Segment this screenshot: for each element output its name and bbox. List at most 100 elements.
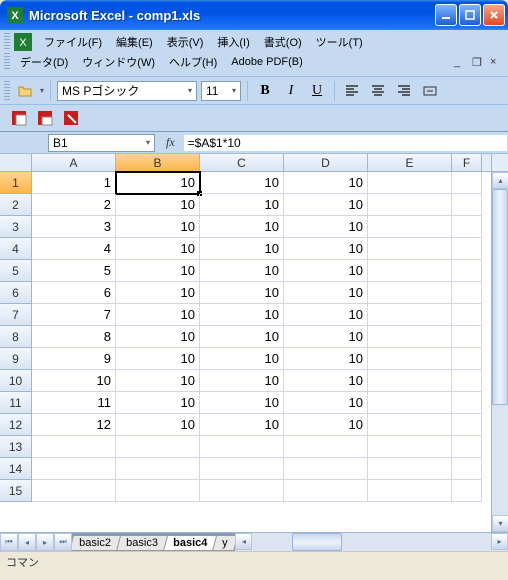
menu-handle-2[interactable] bbox=[4, 53, 10, 71]
cell[interactable]: 7 bbox=[32, 304, 116, 326]
cell[interactable]: 10 bbox=[116, 370, 200, 392]
cell[interactable] bbox=[452, 216, 482, 238]
align-center-button[interactable] bbox=[367, 80, 389, 102]
scroll-track[interactable] bbox=[492, 189, 508, 515]
scroll-down-button[interactable]: ▾ bbox=[492, 515, 508, 532]
cell[interactable]: 10 bbox=[200, 370, 284, 392]
column-header[interactable]: F bbox=[452, 154, 482, 171]
cell[interactable]: 10 bbox=[284, 260, 368, 282]
align-left-button[interactable] bbox=[341, 80, 363, 102]
tab-nav-first[interactable]: ⏮ bbox=[0, 533, 18, 551]
cell[interactable] bbox=[452, 238, 482, 260]
row-header[interactable]: 1 bbox=[0, 172, 32, 194]
doc-minimize-button[interactable]: _ bbox=[454, 56, 468, 68]
cell[interactable] bbox=[452, 326, 482, 348]
horizontal-scrollbar[interactable]: ◂ ▸ bbox=[235, 533, 508, 551]
row-header[interactable]: 14 bbox=[0, 458, 32, 480]
cell[interactable]: 5 bbox=[32, 260, 116, 282]
row-header[interactable]: 3 bbox=[0, 216, 32, 238]
cell[interactable] bbox=[32, 458, 116, 480]
pdf-convert-icon[interactable] bbox=[8, 107, 30, 129]
scroll-right-button[interactable]: ▸ bbox=[491, 533, 508, 550]
close-button[interactable] bbox=[483, 4, 505, 26]
cell[interactable]: 10 bbox=[284, 370, 368, 392]
cell[interactable]: 10 bbox=[116, 282, 200, 304]
cell[interactable]: 10 bbox=[284, 414, 368, 436]
cell[interactable]: 10 bbox=[200, 172, 284, 194]
cell[interactable] bbox=[452, 480, 482, 502]
cell[interactable]: 10 bbox=[116, 260, 200, 282]
open-dropdown[interactable]: ▾ bbox=[40, 86, 44, 95]
cell[interactable]: 10 bbox=[116, 216, 200, 238]
cell[interactable] bbox=[452, 392, 482, 414]
cell[interactable]: 10 bbox=[116, 238, 200, 260]
cell[interactable] bbox=[368, 392, 452, 414]
cell[interactable] bbox=[200, 436, 284, 458]
cell[interactable] bbox=[368, 172, 452, 194]
cell[interactable] bbox=[368, 326, 452, 348]
tab-nav-next[interactable]: ▸ bbox=[36, 533, 54, 551]
menu-window[interactable]: ウィンドウ(W) bbox=[76, 52, 161, 72]
align-right-button[interactable] bbox=[393, 80, 415, 102]
cell[interactable] bbox=[368, 260, 452, 282]
row-header[interactable]: 7 bbox=[0, 304, 32, 326]
cell[interactable] bbox=[452, 436, 482, 458]
cell[interactable] bbox=[368, 282, 452, 304]
cell[interactable] bbox=[284, 480, 368, 502]
column-header[interactable]: A bbox=[32, 154, 116, 171]
cell[interactable]: 10 bbox=[284, 194, 368, 216]
vertical-scrollbar[interactable]: ▴ ▾ bbox=[491, 154, 508, 532]
cell[interactable]: 10 bbox=[284, 326, 368, 348]
cell[interactable]: 10 bbox=[116, 414, 200, 436]
cell[interactable] bbox=[284, 436, 368, 458]
italic-button[interactable]: I bbox=[280, 80, 302, 102]
cell[interactable] bbox=[116, 458, 200, 480]
row-header[interactable]: 5 bbox=[0, 260, 32, 282]
cell[interactable] bbox=[368, 238, 452, 260]
name-box[interactable]: B1 ▾ bbox=[48, 134, 155, 152]
doc-restore-button[interactable]: ❐ bbox=[472, 56, 486, 68]
cell[interactable] bbox=[368, 436, 452, 458]
cell[interactable] bbox=[116, 436, 200, 458]
cell[interactable]: 10 bbox=[284, 392, 368, 414]
menu-handle[interactable] bbox=[4, 33, 10, 51]
cell[interactable] bbox=[452, 194, 482, 216]
cell[interactable] bbox=[452, 282, 482, 304]
cell[interactable]: 8 bbox=[32, 326, 116, 348]
cell[interactable]: 10 bbox=[116, 172, 200, 194]
cell[interactable] bbox=[368, 348, 452, 370]
row-header[interactable]: 12 bbox=[0, 414, 32, 436]
cell[interactable] bbox=[32, 436, 116, 458]
cell[interactable]: 10 bbox=[116, 304, 200, 326]
cell[interactable]: 10 bbox=[32, 370, 116, 392]
sheet-tab-basic4[interactable]: basic4 bbox=[163, 536, 217, 551]
row-header[interactable]: 8 bbox=[0, 326, 32, 348]
cell[interactable]: 10 bbox=[200, 392, 284, 414]
cell[interactable]: 10 bbox=[284, 238, 368, 260]
workbook-icon[interactable]: X bbox=[14, 33, 32, 51]
cell[interactable] bbox=[452, 370, 482, 392]
formula-input[interactable]: =$A$1*10 bbox=[183, 134, 508, 152]
cell[interactable]: 10 bbox=[284, 172, 368, 194]
row-header[interactable]: 13 bbox=[0, 436, 32, 458]
cell[interactable]: 9 bbox=[32, 348, 116, 370]
cell[interactable]: 2 bbox=[32, 194, 116, 216]
column-header[interactable]: C bbox=[200, 154, 284, 171]
menu-adobe[interactable]: Adobe PDF(B) bbox=[225, 54, 309, 70]
font-size-combo[interactable]: 11 ▾ bbox=[201, 81, 241, 101]
cell[interactable]: 10 bbox=[200, 326, 284, 348]
cell[interactable]: 4 bbox=[32, 238, 116, 260]
menu-view[interactable]: 表示(V) bbox=[161, 32, 210, 52]
row-header[interactable]: 15 bbox=[0, 480, 32, 502]
menu-format[interactable]: 書式(O) bbox=[258, 32, 308, 52]
menu-tools[interactable]: ツール(T) bbox=[310, 32, 369, 52]
cell[interactable] bbox=[368, 216, 452, 238]
bold-button[interactable]: B bbox=[254, 80, 276, 102]
cell[interactable] bbox=[452, 304, 482, 326]
row-header[interactable]: 6 bbox=[0, 282, 32, 304]
select-all-corner[interactable] bbox=[0, 154, 32, 171]
sheet-tab-basic3[interactable]: basic3 bbox=[116, 536, 168, 551]
merge-button[interactable] bbox=[419, 80, 441, 102]
cell[interactable] bbox=[452, 414, 482, 436]
scroll-thumb[interactable] bbox=[492, 189, 508, 405]
